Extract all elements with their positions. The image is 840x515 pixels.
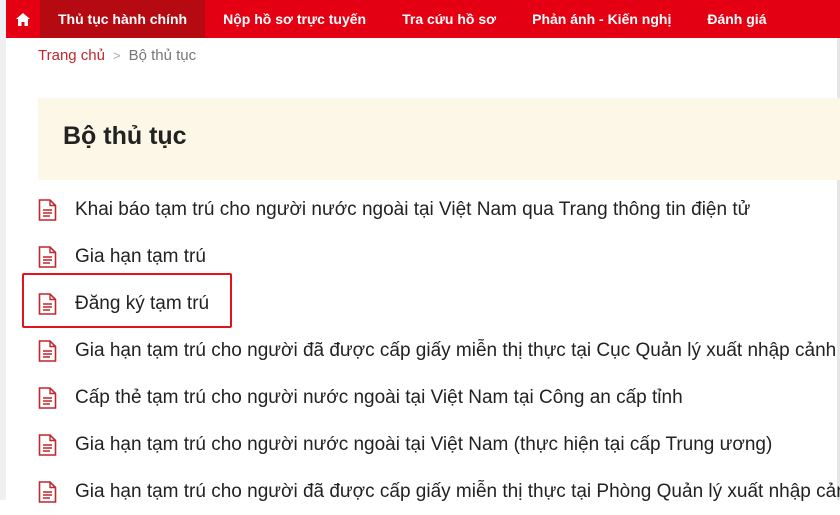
document-icon xyxy=(38,339,57,362)
breadcrumb-separator: > xyxy=(112,48,121,63)
breadcrumb-home-link[interactable]: Trang chủ xyxy=(38,47,105,64)
procedure-link[interactable]: Cấp thẻ tạm trú cho người nước ngoài tại… xyxy=(75,387,683,409)
highlight-box xyxy=(22,273,232,328)
page-title-box: Bộ thủ tục xyxy=(38,98,840,180)
document-icon xyxy=(38,386,57,409)
procedure-link[interactable]: Khai báo tạm trú cho người nước ngoài tạ… xyxy=(75,199,750,221)
nav-phan-anh-kien-nghi[interactable]: Phản ánh - Kiến nghị xyxy=(514,0,689,38)
document-icon xyxy=(38,245,57,268)
procedure-link[interactable]: Gia hạn tạm trú cho người nước ngoài tại… xyxy=(75,434,772,456)
nav-danh-gia[interactable]: Đánh giá xyxy=(689,0,784,38)
breadcrumb: Trang chủ > Bộ thủ tục xyxy=(38,47,196,64)
main-navbar: Thủ tục hành chính Nộp hồ sơ trực tuyến … xyxy=(6,0,840,38)
document-icon xyxy=(38,433,57,456)
procedure-item[interactable]: Gia hạn tạm trú cho người nước ngoài tại… xyxy=(38,421,840,468)
breadcrumb-current: Bộ thủ tục xyxy=(128,47,197,64)
home-icon xyxy=(16,12,30,26)
nav-tra-cuu-ho-so[interactable]: Tra cứu hồ sơ xyxy=(384,0,514,38)
procedure-link[interactable]: Gia hạn tạm trú xyxy=(75,246,206,268)
page-title: Bộ thủ tục xyxy=(63,122,187,150)
nav-thu-tuc-hanh-chinh[interactable]: Thủ tục hành chính xyxy=(40,0,206,38)
procedure-link[interactable]: Gia hạn tạm trú cho người đã được cấp gi… xyxy=(75,481,840,503)
procedure-item[interactable]: Gia hạn tạm trú cho người đã được cấp gi… xyxy=(38,327,840,374)
procedure-item[interactable]: Khai báo tạm trú cho người nước ngoài tạ… xyxy=(38,186,840,233)
nav-nop-ho-so-truc-tuyen[interactable]: Nộp hồ sơ trực tuyến xyxy=(205,0,384,38)
nav-home-button[interactable] xyxy=(6,0,40,38)
procedure-list: Khai báo tạm trú cho người nước ngoài tạ… xyxy=(38,186,840,515)
procedure-item[interactable]: Cấp thẻ tạm trú cho người nước ngoài tại… xyxy=(38,374,840,421)
document-icon xyxy=(38,480,57,503)
procedure-link[interactable]: Gia hạn tạm trú cho người đã được cấp gi… xyxy=(75,340,840,362)
procedure-item[interactable]: Gia hạn tạm trú cho người đã được cấp gi… xyxy=(38,468,840,515)
window-left-edge xyxy=(0,0,6,500)
document-icon xyxy=(38,198,57,221)
